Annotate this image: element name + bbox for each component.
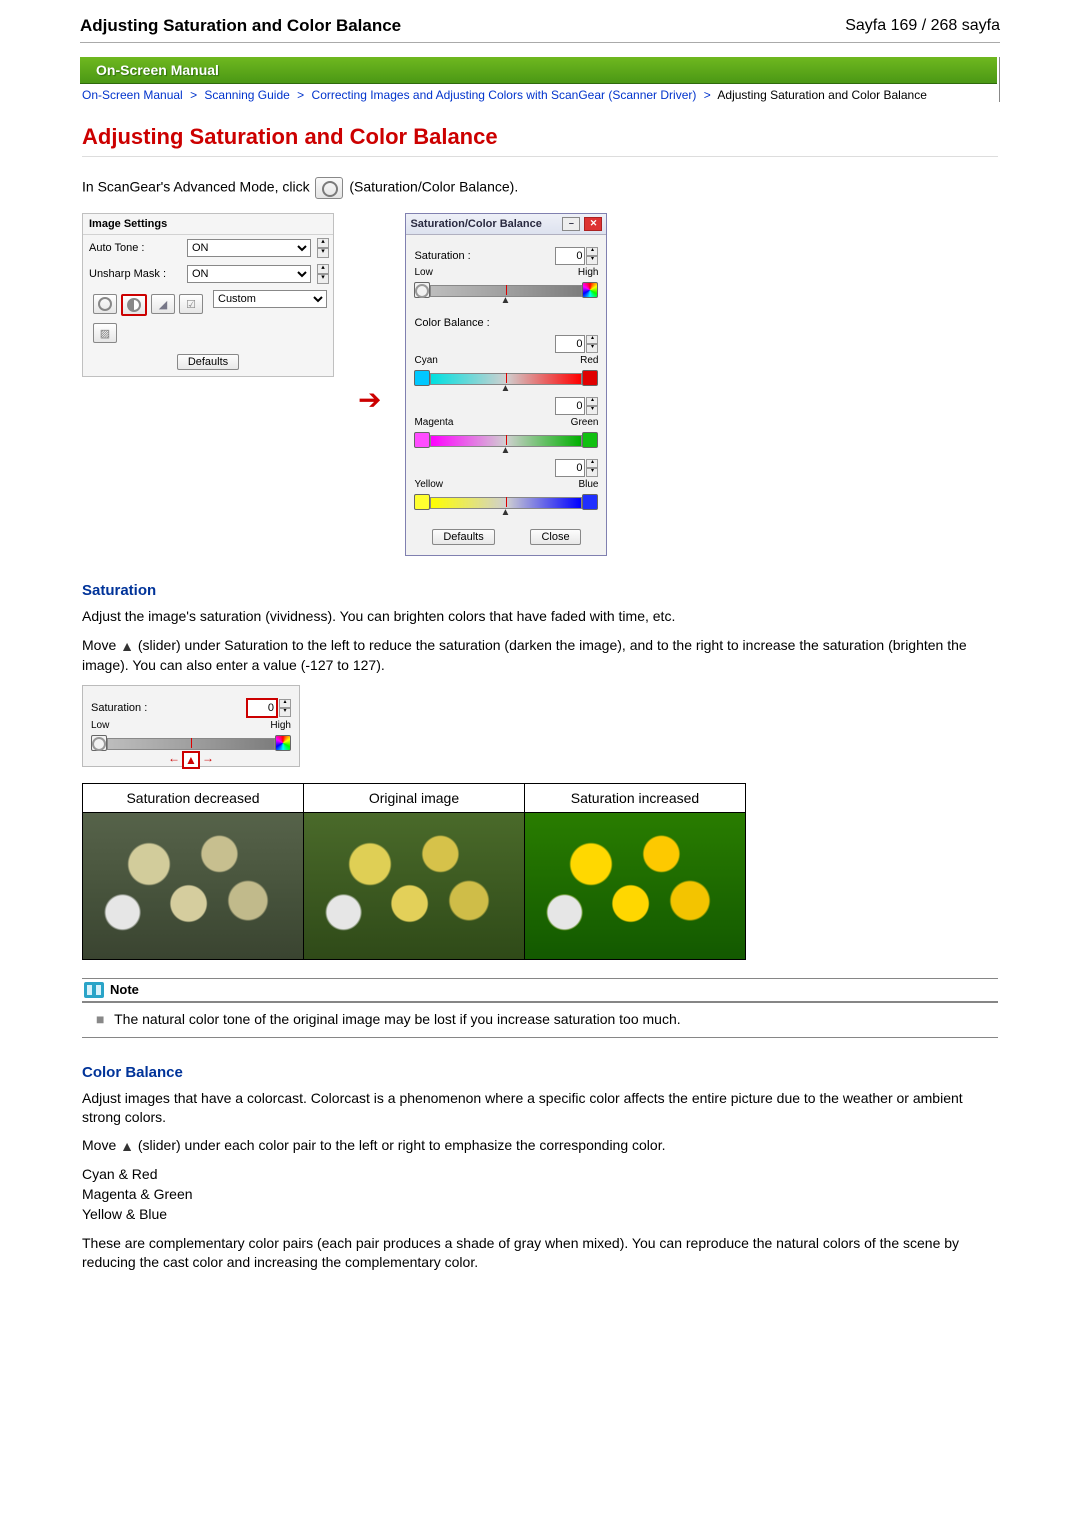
ill-saturation-slider[interactable]: ← ▲ → xyxy=(91,734,291,756)
section-color-balance-heading: Color Balance xyxy=(82,1064,998,1081)
breadcrumb-link-0[interactable]: On-Screen Manual xyxy=(82,88,183,102)
unsharp-mask-select[interactable]: ON xyxy=(187,265,311,283)
unsharp-mask-label: Unsharp Mask : xyxy=(89,268,181,280)
dlg-green-label: Green xyxy=(571,417,599,428)
saturation-high-icon xyxy=(582,282,598,298)
saturation-low-icon xyxy=(414,282,430,298)
intro-pre: In ScanGear's Advanced Mode, click xyxy=(82,179,313,195)
dlg-color-balance-label: Color Balance : xyxy=(414,317,489,329)
breadcrumb-link-2[interactable]: Correcting Images and Adjusting Colors w… xyxy=(312,88,697,102)
cb-p3: These are complementary color pairs (eac… xyxy=(82,1234,998,1272)
dlg-cyan-red-slider[interactable]: ▲ xyxy=(414,369,598,391)
dlg-saturation-label: Saturation : xyxy=(414,250,470,262)
dlg-cyan-red-input[interactable] xyxy=(555,335,585,353)
tool-tone-curve-icon[interactable] xyxy=(179,294,203,314)
section-saturation-heading: Saturation xyxy=(82,582,998,599)
dialog-title: Saturation/Color Balance xyxy=(410,218,541,230)
dlg-yellow-label: Yellow xyxy=(414,479,443,490)
dlg-saturation-high: High xyxy=(578,267,599,278)
intro-post: (Saturation/Color Balance). xyxy=(349,179,518,195)
ill-saturation-stepper[interactable]: ▴▾ xyxy=(279,699,291,717)
dialog-close-icon[interactable]: ✕ xyxy=(584,217,602,231)
saturation-compare-table: Saturation decreased Original image Satu… xyxy=(82,783,746,960)
tool-brightness-contrast-icon[interactable] xyxy=(121,294,147,316)
note-title: Note xyxy=(110,982,139,997)
ill-sat-high-icon xyxy=(275,735,291,751)
dlg-magenta-green-slider[interactable]: ▲ xyxy=(414,431,598,453)
compare-image-increased xyxy=(525,813,745,959)
dlg-cyan-red-stepper[interactable]: ▴▾ xyxy=(586,335,598,353)
pair-cyan-red: Cyan & Red xyxy=(82,1166,998,1182)
saturation-color-balance-icon xyxy=(315,177,343,199)
intro-line: In ScanGear's Advanced Mode, click (Satu… xyxy=(82,177,998,199)
dlg-magenta-green-input[interactable] xyxy=(555,397,585,415)
dlg-saturation-input[interactable] xyxy=(555,247,585,265)
breadcrumb-current: Adjusting Saturation and Color Balance xyxy=(717,88,926,102)
image-settings-defaults-button[interactable]: Defaults xyxy=(177,354,239,370)
image-settings-panel: Image Settings Auto Tone : ON ▴▾ Unsharp… xyxy=(82,213,334,377)
dlg-saturation-stepper[interactable]: ▴▾ xyxy=(586,247,598,265)
breadcrumb-link-1[interactable]: Scanning Guide xyxy=(204,88,289,102)
dlg-saturation-slider[interactable]: ▲ xyxy=(414,281,598,303)
tool-saturation-icon[interactable] xyxy=(93,294,117,314)
dialog-minimize-icon[interactable]: – xyxy=(562,217,580,231)
cb-p1: Adjust images that have a colorcast. Col… xyxy=(82,1089,998,1127)
pair-magenta-green: Magenta & Green xyxy=(82,1186,998,1202)
compare-h2: Original image xyxy=(304,783,525,812)
image-settings-title: Image Settings xyxy=(83,214,333,235)
page-header-title: Adjusting Saturation and Color Balance xyxy=(80,16,401,36)
cb-p2: Move ▲ (slider) under each color pair to… xyxy=(82,1136,998,1156)
note-icon xyxy=(84,982,104,998)
page-title: Adjusting Saturation and Color Balance xyxy=(82,124,998,157)
breadcrumb: On-Screen Manual > Scanning Guide > Corr… xyxy=(80,84,997,102)
ill-saturation-label: Saturation : xyxy=(91,702,147,714)
dialog-close-button[interactable]: Close xyxy=(530,529,580,545)
dlg-yellow-blue-slider[interactable]: ▲ xyxy=(414,493,598,515)
slider-icon-2: ▲ xyxy=(120,1137,134,1156)
ill-sat-low-icon xyxy=(91,735,107,751)
compare-image-decreased xyxy=(83,813,303,959)
dlg-saturation-low: Low xyxy=(414,267,432,278)
compare-h3: Saturation increased xyxy=(525,783,746,812)
scroll-up-down-2[interactable]: ▴▾ xyxy=(317,264,327,284)
arrow-right-icon: ➔ xyxy=(358,353,381,416)
note-box: Note ■ The natural color tone of the ori… xyxy=(82,978,998,1038)
dlg-red-label: Red xyxy=(580,355,598,366)
dlg-yellow-blue-input[interactable] xyxy=(555,459,585,477)
note-text: The natural color tone of the original i… xyxy=(114,1011,681,1027)
auto-tone-label: Auto Tone : xyxy=(89,242,181,254)
ill-high: High xyxy=(270,720,291,731)
dlg-magenta-green-stepper[interactable]: ▴▾ xyxy=(586,397,598,415)
yellow-swatch-icon xyxy=(414,494,430,510)
green-swatch-icon xyxy=(582,432,598,448)
auto-tone-select[interactable]: ON xyxy=(187,239,311,257)
ill-arrows-icon: ← ▲ → xyxy=(91,751,291,769)
page-counter: Sayfa 169 / 268 sayfa xyxy=(845,17,1000,35)
dialog-defaults-button[interactable]: Defaults xyxy=(432,529,494,545)
blue-swatch-icon xyxy=(582,494,598,510)
dlg-cyan-label: Cyan xyxy=(414,355,437,366)
dlg-magenta-label: Magenta xyxy=(414,417,453,428)
bullet-icon: ■ xyxy=(96,1011,104,1027)
magenta-swatch-icon xyxy=(414,432,430,448)
compare-image-original xyxy=(304,813,524,959)
scroll-up-down[interactable]: ▴▾ xyxy=(317,238,327,258)
slider-icon: ▲ xyxy=(120,637,134,656)
dlg-yellow-blue-stepper[interactable]: ▴▾ xyxy=(586,459,598,477)
saturation-color-balance-dialog: Saturation/Color Balance – ✕ Saturation … xyxy=(405,213,607,556)
tool-histogram-icon[interactable] xyxy=(151,294,175,314)
saturation-p2: Move ▲ (slider) under Saturation to the … xyxy=(82,636,998,675)
tool-final-review-icon[interactable] xyxy=(93,323,117,343)
ill-saturation-input[interactable] xyxy=(246,698,278,718)
cyan-swatch-icon xyxy=(414,370,430,386)
ill-low: Low xyxy=(91,720,109,731)
red-swatch-icon xyxy=(582,370,598,386)
dlg-blue-label: Blue xyxy=(578,479,598,490)
banner-title: On-Screen Manual xyxy=(80,57,997,84)
saturation-illustration: Saturation : ▴▾ Low High ← ▲ → xyxy=(82,685,300,767)
compare-h1: Saturation decreased xyxy=(83,783,304,812)
saturation-p1: Adjust the image's saturation (vividness… xyxy=(82,607,998,626)
pair-yellow-blue: Yellow & Blue xyxy=(82,1206,998,1222)
preset-select[interactable]: Custom xyxy=(213,290,327,308)
